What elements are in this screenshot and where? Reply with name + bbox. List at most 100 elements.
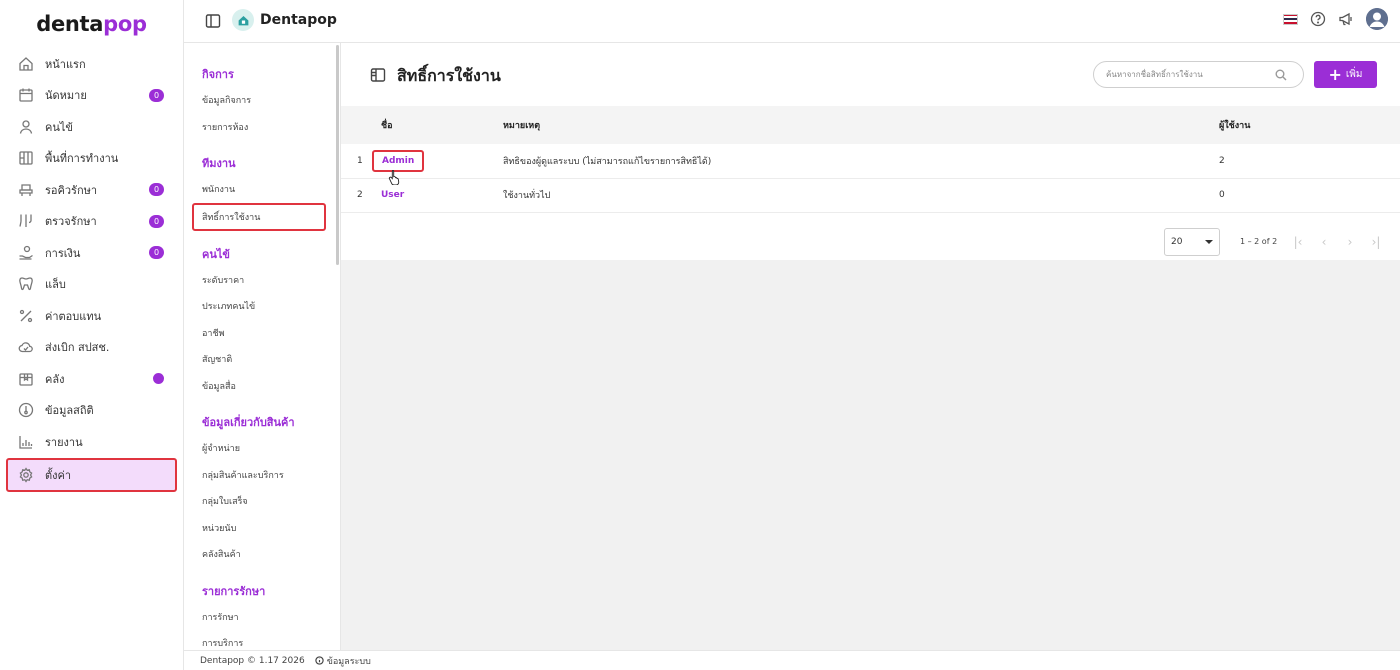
- submenu-scrollbar[interactable]: [336, 45, 339, 265]
- submenu-item-media[interactable]: ข้อมูลสื่อ: [184, 373, 340, 400]
- hand-cursor-icon: [388, 169, 400, 185]
- sidebar-item-label: หน้าแรก: [45, 57, 86, 71]
- logo-text: denta: [36, 12, 104, 36]
- home-icon: [18, 56, 34, 72]
- first-page-icon[interactable]: |‹: [1291, 235, 1305, 249]
- search-icon: [1275, 69, 1287, 81]
- page-size-select[interactable]: 20: [1164, 227, 1220, 256]
- submenu-item-suppliers[interactable]: ผู้จำหน่าย: [184, 435, 340, 462]
- add-button[interactable]: + เพิ่ม: [1314, 61, 1377, 88]
- sidebar-item-label: แล็บ: [45, 278, 66, 292]
- app-name: Dentapop: [260, 12, 337, 28]
- sidebar-item-commission[interactable]: ค่าตอบแทน: [0, 300, 183, 332]
- permission-note: ใช้งานทั่วไป: [503, 191, 551, 201]
- sidebar-item-treatment[interactable]: ตรวจรักษา 0: [0, 206, 183, 238]
- sidebar-item-settings[interactable]: ตั้งค่า: [6, 457, 177, 492]
- submenu-group-team: ทีมงาน: [202, 157, 236, 170]
- submenu-item-permissions[interactable]: สิทธิ์การใช้งาน: [192, 202, 326, 231]
- submenu-item-units[interactable]: หน่วยนับ: [184, 515, 340, 542]
- thermometer-icon: [18, 402, 34, 418]
- plus-icon: +: [1328, 64, 1342, 84]
- submenu-item-rooms[interactable]: รายการห้อง: [184, 114, 340, 141]
- submenu-item-treatments[interactable]: การรักษา: [184, 604, 340, 631]
- sidebar-item-home[interactable]: หน้าแรก: [0, 48, 183, 80]
- footer: Dentapop © 1.17 2026 ข้อมูลระบบ: [184, 650, 1400, 670]
- sidebar-item-queue[interactable]: รอคิวรักษา 0: [0, 174, 183, 206]
- calendar-icon: [18, 87, 34, 103]
- page-nav-buttons: |‹ ‹ › ›|: [1291, 235, 1383, 249]
- sidebar-item-label: พื้นที่การทำงาน: [45, 152, 119, 166]
- clinic-home-icon: [232, 9, 254, 31]
- chair-icon: [18, 182, 34, 198]
- sidebar-item-reports[interactable]: รายงาน: [0, 426, 183, 458]
- thai-flag-icon[interactable]: [1283, 13, 1298, 25]
- dentapop-logo[interactable]: denta pop: [0, 0, 183, 48]
- main-content: สิทธิ์การใช้งาน ค้นหาจากชื่อสิทธิ์การใช้…: [341, 43, 1400, 650]
- sidebar-item-statistics[interactable]: ข้อมูลสถิติ: [0, 395, 183, 427]
- caret-down-icon: [1205, 239, 1213, 244]
- permission-note: สิทธิของผู้ดูแลระบบ (ไม่สามารถแก้ไขรายกา…: [503, 156, 712, 167]
- permission-name-link[interactable]: Admin: [372, 149, 425, 185]
- user-avatar[interactable]: [1366, 8, 1388, 30]
- permission-name: Admin: [382, 155, 415, 166]
- submenu-item-business-info[interactable]: ข้อมูลกิจการ: [184, 87, 340, 114]
- megaphone-icon[interactable]: [1338, 11, 1354, 27]
- submenu-item-receipt-groups[interactable]: กลุ่มใบเสร็จ: [184, 488, 340, 515]
- sidebar-item-label: ส่งเบิก สปสช.: [45, 341, 110, 355]
- search-placeholder: ค้นหาจากชื่อสิทธิ์การใช้งาน: [1106, 70, 1203, 79]
- submenu-item-occupations[interactable]: อาชีพ: [184, 320, 340, 347]
- main-sidebar: denta pop หน้าแรก นัดหมาย 0 คนไข้ พื้นที่…: [0, 0, 184, 670]
- sidebar-item-label: รอคิวรักษา: [45, 183, 98, 197]
- prev-page-icon[interactable]: ‹: [1317, 235, 1331, 249]
- submenu-item-patient-types[interactable]: ประเภทคนไข้: [184, 293, 340, 320]
- page-size-value: 20: [1171, 236, 1183, 247]
- permissions-table: ชื่อ หมายเหตุ ผู้ใช้งาน 1 Admin สิทธิของ…: [341, 106, 1400, 213]
- help-icon[interactable]: [1310, 11, 1326, 27]
- sidebar-item-label: รายงาน: [45, 435, 83, 449]
- settings-submenu: กิจการ ข้อมูลกิจการ รายการห้อง ทีมงาน พน…: [184, 43, 341, 650]
- add-button-label: เพิ่ม: [1345, 69, 1363, 80]
- sidebar-item-appointments[interactable]: นัดหมาย 0: [0, 80, 183, 112]
- table-row[interactable]: 2 User ใช้งานทั่วไป 0: [341, 178, 1400, 212]
- submenu-item-staff[interactable]: พนักงาน: [184, 176, 340, 203]
- header-actions: [1283, 8, 1388, 30]
- sidebar-item-nhso-claim[interactable]: ส่งเบิก สปสช.: [0, 332, 183, 364]
- grid-icon: [18, 150, 34, 166]
- submenu-item-product-groups[interactable]: กลุ่มสินค้าและบริการ: [184, 462, 340, 489]
- sidebar-item-label: คนไข้: [45, 120, 73, 134]
- permission-user-count: 0: [1219, 190, 1225, 200]
- last-page-icon[interactable]: ›|: [1369, 235, 1383, 249]
- sidebar-item-lab[interactable]: แล็บ: [0, 269, 183, 301]
- footer-version: Dentapop © 1.17 2026: [200, 655, 305, 666]
- submenu-item-nationalities[interactable]: สัญชาติ: [184, 346, 340, 373]
- panel-icon: [370, 67, 386, 83]
- box-icon: [18, 371, 34, 387]
- sidebar-item-label: ข้อมูลสถิติ: [45, 404, 94, 418]
- cloud-icon: [18, 339, 34, 355]
- search-input[interactable]: ค้นหาจากชื่อสิทธิ์การใช้งาน: [1093, 61, 1304, 88]
- column-header-note[interactable]: หมายเหตุ: [503, 106, 1219, 144]
- system-info-link[interactable]: ข้อมูลระบบ: [315, 654, 371, 668]
- notification-dot: [153, 373, 164, 385]
- sidebar-item-workspace[interactable]: พื้นที่การทำงาน: [0, 143, 183, 175]
- submenu-item-warehouses[interactable]: คลังสินค้า: [184, 541, 340, 568]
- sidebar-item-inventory[interactable]: คลัง: [0, 363, 183, 395]
- logo-accent-text: pop: [103, 12, 147, 36]
- info-icon: [315, 656, 324, 665]
- sidebar-item-label: ค่าตอบแทน: [45, 309, 102, 323]
- tools-icon: [18, 213, 34, 229]
- submenu-group-business: กิจการ: [202, 68, 234, 81]
- table-row[interactable]: 1 Admin สิทธิของผู้ดูแลระบบ (ไม่สามารถแก…: [341, 144, 1400, 185]
- column-header-users[interactable]: ผู้ใช้งาน: [1219, 106, 1400, 144]
- next-page-icon[interactable]: ›: [1343, 235, 1357, 249]
- submenu-item-services[interactable]: การบริการ: [184, 630, 340, 650]
- money-hand-icon: [18, 245, 34, 261]
- table-header-row: ชื่อ หมายเหตุ ผู้ใช้งาน: [341, 106, 1400, 144]
- submenu-item-price-levels[interactable]: ระดับราคา: [184, 267, 340, 294]
- sidebar-item-finance[interactable]: การเงิน 0: [0, 237, 183, 269]
- sidebar-toggle-icon[interactable]: [205, 13, 221, 29]
- sidebar-item-label: การเงิน: [45, 246, 81, 260]
- sidebar-item-patients[interactable]: คนไข้: [0, 111, 183, 143]
- column-header-name[interactable]: ชื่อ: [341, 106, 503, 144]
- permission-name-link[interactable]: User: [381, 190, 404, 200]
